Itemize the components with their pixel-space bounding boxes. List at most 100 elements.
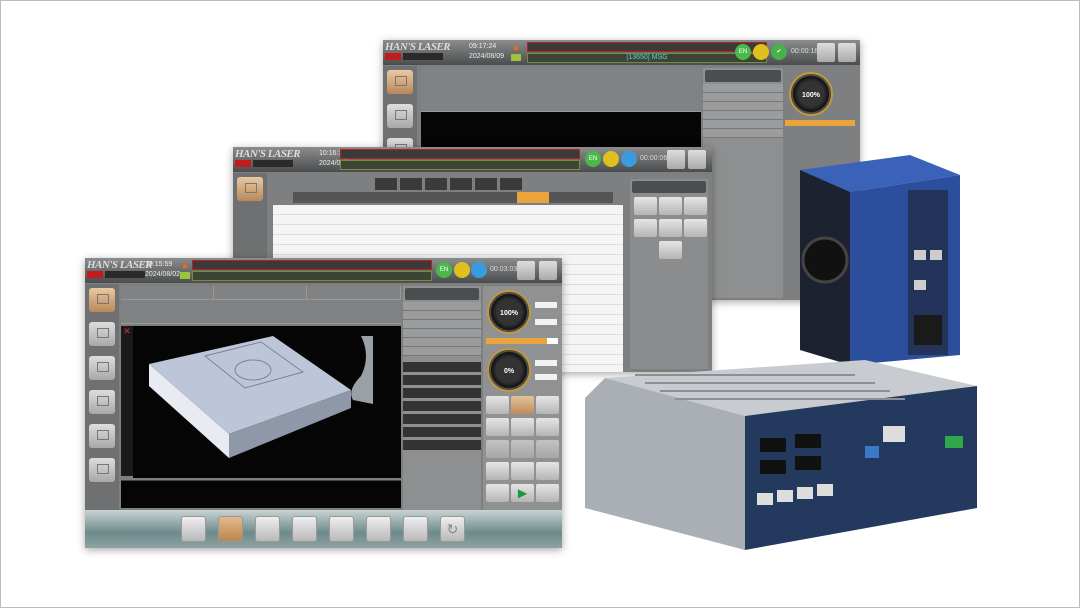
logo: HAN'S LASER	[235, 148, 317, 170]
control-button[interactable]	[486, 396, 509, 414]
subtab-row	[293, 192, 613, 203]
start-button[interactable]: ▶	[511, 484, 534, 502]
axis-icon[interactable]	[753, 44, 769, 60]
toolbar-button-diagnose[interactable]	[366, 516, 391, 542]
toolbar-button-cad[interactable]	[292, 516, 317, 542]
speed-gauge: 100%	[789, 72, 833, 116]
message-bar	[340, 160, 580, 170]
control-button-active[interactable]	[511, 396, 534, 414]
close-button[interactable]	[539, 261, 557, 280]
progress-bar	[785, 120, 855, 126]
control-button[interactable]	[486, 440, 509, 458]
control-panel: 100% 0% ▶	[483, 286, 562, 510]
industrial-pc-tower	[800, 155, 960, 365]
logo: HAN'S LASER	[385, 41, 467, 63]
clock-time: 09:17:24	[469, 43, 497, 50]
control-button[interactable]	[486, 484, 509, 502]
sidebar-item-1[interactable]	[89, 288, 115, 312]
sidebar-item-1[interactable]	[387, 70, 413, 94]
sidebar-item-4[interactable]	[89, 390, 115, 414]
sidebar-item-5[interactable]	[89, 424, 115, 448]
value-box	[535, 302, 557, 308]
switch-icon[interactable]	[471, 262, 487, 278]
header-bar: HAN'S LASER 10:16:382024/08/02 ▲ EN 00:0…	[233, 147, 712, 172]
toolbar-button-manual[interactable]	[181, 516, 206, 542]
clock-time: 10:15:59	[145, 261, 173, 268]
3d-viewport	[133, 326, 401, 478]
language-button[interactable]: EN	[436, 262, 452, 278]
tab[interactable]	[399, 178, 422, 190]
language-button[interactable]: EN	[735, 44, 751, 60]
run-timer: 00:00:18	[791, 48, 819, 55]
control-button[interactable]	[536, 396, 559, 414]
alarm-bar	[527, 42, 767, 52]
toolbar-button-production[interactable]	[218, 516, 243, 542]
control-button[interactable]	[536, 440, 559, 458]
control-button[interactable]	[486, 418, 509, 436]
clock-date: 2024/08/02	[145, 271, 181, 278]
control-button[interactable]	[536, 462, 559, 480]
control-button[interactable]	[511, 462, 534, 480]
power-gauge: 0%	[487, 348, 531, 392]
header-bar: HAN'S LASER 09:17:24 2024/08/09 ▲ [13650]…	[383, 40, 860, 65]
minimize-button[interactable]	[667, 150, 685, 169]
run-timer: 00:00:06	[640, 155, 668, 162]
tab-active[interactable]	[517, 192, 549, 203]
control-button[interactable]	[486, 462, 509, 480]
toolbar-button-reset[interactable]: ↻	[440, 516, 465, 542]
status-indicator	[511, 54, 521, 61]
coordinate-list	[403, 286, 481, 510]
check-icon[interactable]: ✔	[771, 44, 787, 60]
message-bar: [13650] MSG	[527, 53, 767, 63]
warning-icon: ▲	[511, 42, 521, 53]
toolbar-button-file[interactable]	[329, 516, 354, 542]
info-table	[421, 68, 701, 112]
info-table	[121, 286, 401, 324]
minimize-button[interactable]	[817, 43, 835, 62]
axis-icon[interactable]	[603, 151, 619, 167]
minimize-button[interactable]	[517, 261, 535, 280]
toolbar-button-process[interactable]	[255, 516, 280, 542]
function-panel	[630, 179, 708, 369]
sidebar-item-2[interactable]	[387, 104, 413, 128]
clock-date: 2024/08/09	[469, 53, 505, 60]
control-button[interactable]	[536, 484, 559, 502]
tab[interactable]	[374, 178, 397, 190]
progress-bar	[486, 338, 558, 344]
fan-grill	[801, 236, 849, 284]
front-window: HAN'S LASER 10:15:59 2024/08/02 ▲ EN 00:0…	[85, 258, 562, 548]
control-button[interactable]	[511, 440, 534, 458]
speed-gauge: 100%	[487, 290, 531, 334]
coordinate-list	[703, 68, 783, 298]
value-box	[535, 374, 557, 380]
control-button[interactable]	[511, 418, 534, 436]
tool-strip: ✕	[121, 326, 133, 476]
switch-icon[interactable]	[621, 151, 637, 167]
log-panel	[121, 480, 401, 508]
value-box	[535, 360, 557, 366]
alarm-bar	[340, 149, 580, 159]
close-button[interactable]	[838, 43, 856, 62]
sidebar-item-process[interactable]	[237, 177, 263, 201]
tab[interactable]	[474, 178, 497, 190]
axis-icon[interactable]	[454, 262, 470, 278]
control-button[interactable]	[536, 418, 559, 436]
close-button[interactable]	[688, 150, 706, 169]
toolbar-button-user[interactable]	[403, 516, 428, 542]
alarm-bar	[192, 260, 432, 270]
language-button[interactable]: EN	[585, 151, 601, 167]
sidebar-item-6[interactable]	[89, 458, 115, 482]
tab[interactable]	[449, 178, 472, 190]
tab-row	[273, 178, 623, 190]
header-bar: HAN'S LASER 10:15:59 2024/08/02 ▲ EN 00:0…	[85, 258, 562, 283]
industrial-pc-box	[585, 360, 977, 550]
sidebar-item-3[interactable]	[89, 356, 115, 380]
run-timer: 00:03:03	[490, 266, 518, 273]
sidebar-item-2[interactable]	[89, 322, 115, 346]
status-indicator	[180, 272, 190, 279]
warning-icon: ▲	[180, 260, 190, 271]
value-box	[535, 319, 557, 325]
tab[interactable]	[499, 178, 522, 190]
sidebar	[85, 284, 119, 510]
tab[interactable]	[424, 178, 447, 190]
